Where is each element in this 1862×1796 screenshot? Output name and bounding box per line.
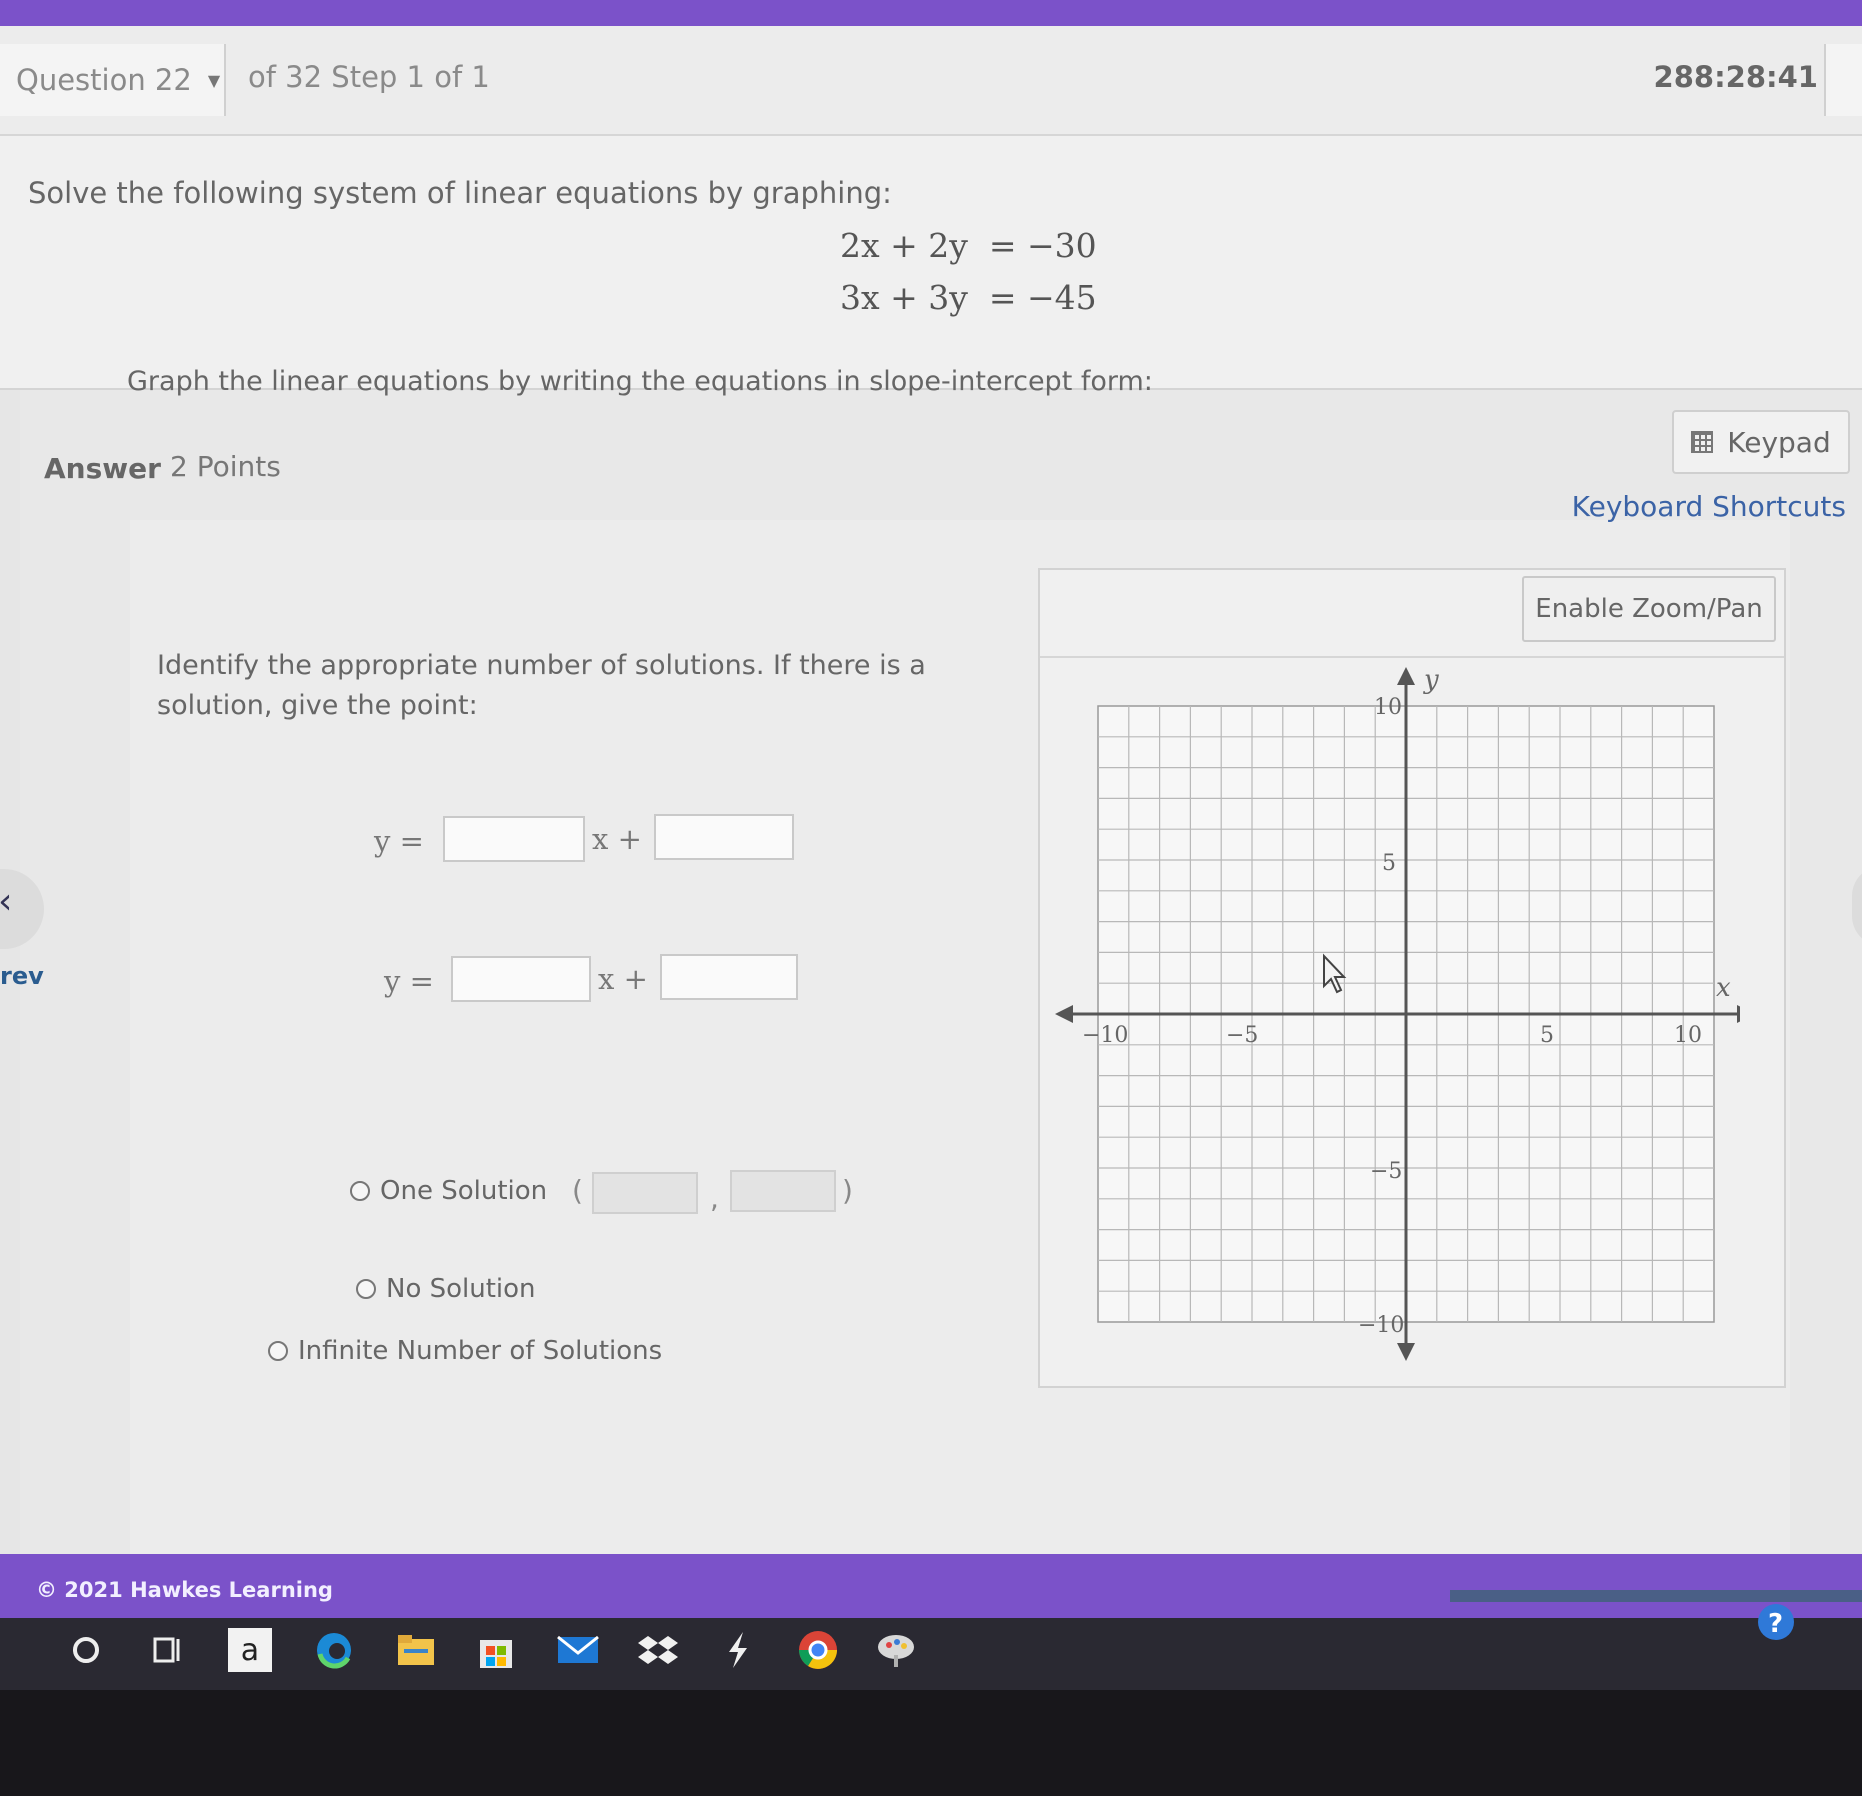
x-tick-label: −10 bbox=[1082, 1023, 1128, 1048]
point-y-input[interactable] bbox=[730, 1170, 836, 1212]
keypad-label: Keypad bbox=[1727, 425, 1831, 459]
coordinate-graph[interactable]: x y −10 −5 5 10 10 5 −5 −10 bbox=[1040, 656, 1740, 1376]
task-view-icon[interactable] bbox=[146, 1628, 190, 1672]
question-selector-label: Question 22 bbox=[16, 63, 192, 97]
point-x-input[interactable] bbox=[592, 1172, 698, 1214]
solutions-instruction: Identify the appropriate number of solut… bbox=[157, 650, 926, 721]
store-icon[interactable] bbox=[474, 1628, 518, 1672]
prev-label[interactable]: rev bbox=[0, 962, 44, 990]
paint-icon[interactable] bbox=[874, 1628, 918, 1672]
eq2-x-plus: x + bbox=[598, 962, 648, 996]
point-close-paren: ) bbox=[842, 1174, 853, 1207]
eq1-x-plus: x + bbox=[592, 822, 642, 856]
chrome-icon[interactable] bbox=[796, 1628, 840, 1672]
radio-no-solution[interactable] bbox=[356, 1279, 376, 1299]
y-axis-label: y bbox=[1423, 665, 1439, 695]
mail-icon[interactable] bbox=[556, 1628, 600, 1672]
option-one-solution[interactable]: One Solution bbox=[350, 1176, 547, 1206]
point-open-paren: ( bbox=[572, 1174, 583, 1207]
eq1-y-equals: y = bbox=[374, 824, 424, 858]
top-band bbox=[0, 0, 1862, 26]
y-tick-label: 10 bbox=[1374, 695, 1402, 720]
file-explorer-icon[interactable] bbox=[394, 1628, 438, 1672]
monitor-bezel bbox=[0, 1690, 1862, 1796]
copyright: © 2021 Hawkes Learning bbox=[36, 1578, 333, 1602]
app-icon[interactable] bbox=[716, 1628, 760, 1672]
help-icon[interactable]: ? bbox=[1754, 1600, 1798, 1644]
y-tick-label: −10 bbox=[1358, 1313, 1404, 1338]
radio-infinite-solutions[interactable] bbox=[268, 1341, 288, 1361]
eq2-slope-input[interactable] bbox=[451, 956, 591, 1002]
edge-icon[interactable] bbox=[312, 1628, 356, 1672]
dropbox-icon[interactable] bbox=[636, 1628, 680, 1672]
chevron-left-icon: ‹ bbox=[0, 881, 12, 922]
slope-intercept-instruction: Graph the linear equations by writing th… bbox=[127, 366, 1153, 397]
x-axis-label: x bbox=[1716, 973, 1731, 1003]
x-tick-label: 10 bbox=[1674, 1023, 1702, 1048]
y-tick-label: −5 bbox=[1370, 1159, 1402, 1184]
option-no-solution-label: No Solution bbox=[386, 1274, 536, 1304]
eq2-y-equals: y = bbox=[384, 964, 434, 998]
eq1-slope-input[interactable] bbox=[443, 816, 585, 862]
eq2-intercept-input[interactable] bbox=[660, 954, 798, 1000]
x-tick-label: 5 bbox=[1540, 1023, 1554, 1048]
keyboard-shortcuts-link[interactable]: Keyboard Shortcuts bbox=[1572, 490, 1846, 523]
keypad-button[interactable]: Keypad bbox=[1672, 410, 1850, 474]
cortana-icon[interactable] bbox=[64, 1628, 108, 1672]
eq1-intercept-input[interactable] bbox=[654, 814, 794, 860]
timer-toggle-button[interactable] bbox=[1824, 44, 1862, 116]
x-tick-label: −5 bbox=[1226, 1023, 1258, 1048]
equation-2: 3x + 3y = −45 bbox=[840, 278, 1097, 317]
y-tick-label: 5 bbox=[1382, 851, 1396, 876]
taskbar bbox=[0, 1618, 1862, 1690]
question-prompt: Solve the following system of linear equ… bbox=[28, 176, 892, 210]
option-infinite-solutions-label: Infinite Number of Solutions bbox=[298, 1336, 663, 1366]
browser-screen: Question 22 ▼ of 32 Step 1 of 1 288:28:4… bbox=[0, 26, 1862, 1554]
enable-zoom-pan-button[interactable]: Enable Zoom/Pan bbox=[1522, 576, 1776, 642]
answer-label: Answer bbox=[44, 452, 161, 485]
timer: 288:28:41 bbox=[1653, 60, 1818, 94]
point-comma: , bbox=[710, 1182, 719, 1215]
radio-one-solution[interactable] bbox=[350, 1181, 370, 1201]
option-infinite-solutions[interactable]: Infinite Number of Solutions bbox=[268, 1336, 662, 1366]
option-no-solution[interactable]: No Solution bbox=[356, 1274, 536, 1304]
caret-down-icon: ▼ bbox=[207, 70, 221, 90]
question-panel: Solve the following system of linear equ… bbox=[0, 136, 1862, 390]
page-strip bbox=[1450, 1590, 1862, 1602]
option-one-solution-label: One Solution bbox=[380, 1176, 548, 1206]
graph-panel-header: Enable Zoom/Pan bbox=[1040, 570, 1784, 658]
calculator-icon bbox=[1691, 431, 1714, 453]
amazon-icon[interactable]: a bbox=[228, 1628, 272, 1672]
svg-text:?: ? bbox=[1768, 1609, 1783, 1639]
question-selector[interactable]: Question 22 ▼ bbox=[0, 44, 226, 116]
answer-points: 2 Points bbox=[170, 450, 281, 483]
question-progress: of 32 Step 1 of 1 bbox=[248, 60, 490, 94]
question-bar: Question 22 ▼ of 32 Step 1 of 1 288:28:4… bbox=[0, 26, 1862, 136]
equation-1: 2x + 2y = −30 bbox=[840, 226, 1097, 265]
